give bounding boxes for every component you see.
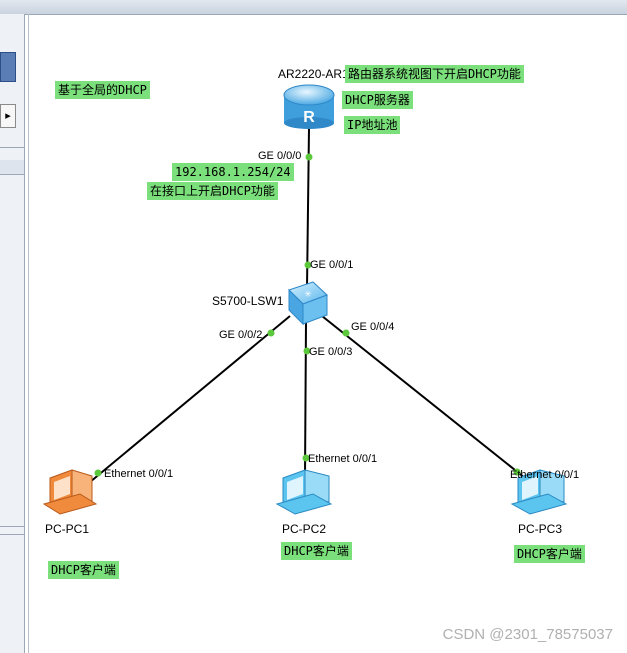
switch-name-label: S5700-LSW1 — [212, 294, 284, 308]
pc2-icon[interactable] — [275, 469, 333, 515]
link-switch-pc2[interactable] — [304, 321, 307, 477]
port-label-pc2-eth: Ethernet 0/0/1 — [308, 453, 378, 465]
svg-text:✳: ✳ — [304, 289, 312, 299]
note-dhcp-client-pc2[interactable]: DHCP客户端 — [281, 542, 352, 560]
router-name-label: AR2220-AR1 — [278, 67, 349, 81]
port-label-switch-ge003: GE 0/0/3 — [309, 346, 353, 358]
port-dot — [342, 329, 350, 337]
pc1-name-label: PC-PC1 — [45, 522, 90, 536]
note-dhcp-client-pc3[interactable]: DHCP客户端 — [514, 545, 585, 563]
port-label-switch-ge001: GE 0/0/1 — [310, 259, 354, 271]
pc2-name-label: PC-PC2 — [282, 522, 327, 536]
note-dhcp-server[interactable]: DHCP服务器 — [342, 91, 413, 109]
port-label-router-ge000: GE 0/0/0 — [258, 150, 302, 162]
port-label-switch-ge002: GE 0/0/2 — [219, 329, 263, 341]
note-ip-pool[interactable]: IP地址池 — [344, 116, 401, 134]
pc3-name-label: PC-PC3 — [518, 522, 563, 536]
svg-text:R: R — [303, 109, 315, 126]
note-interface-enable-dhcp[interactable]: 在接口上开启DHCP功能 — [147, 182, 278, 200]
link-switch-pc1[interactable] — [77, 315, 291, 493]
note-dhcp-client-pc1[interactable]: DHCP客户端 — [48, 561, 119, 579]
port-label-pc1-eth: Ethernet 0/0/1 — [104, 468, 174, 480]
note-global-dhcp[interactable]: 基于全局的DHCP — [55, 81, 150, 99]
pc1-icon[interactable] — [42, 469, 98, 515]
port-label-switch-ge004: GE 0/0/4 — [351, 321, 395, 333]
port-dot — [305, 153, 313, 161]
watermark: CSDN @2301_78575037 — [442, 626, 613, 643]
port-dot — [267, 329, 275, 337]
router-icon[interactable]: R — [283, 84, 335, 129]
note-router-enable-dhcp[interactable]: 路由器系统视图下开启DHCP功能 — [345, 65, 524, 83]
note-interface-ip[interactable]: 192.168.1.254/24 — [172, 163, 294, 181]
switch-icon[interactable]: ✳ — [288, 281, 328, 326]
port-label-pc3-eth: Ethernet 0/0/1 — [510, 469, 580, 481]
port-dot — [94, 469, 102, 477]
